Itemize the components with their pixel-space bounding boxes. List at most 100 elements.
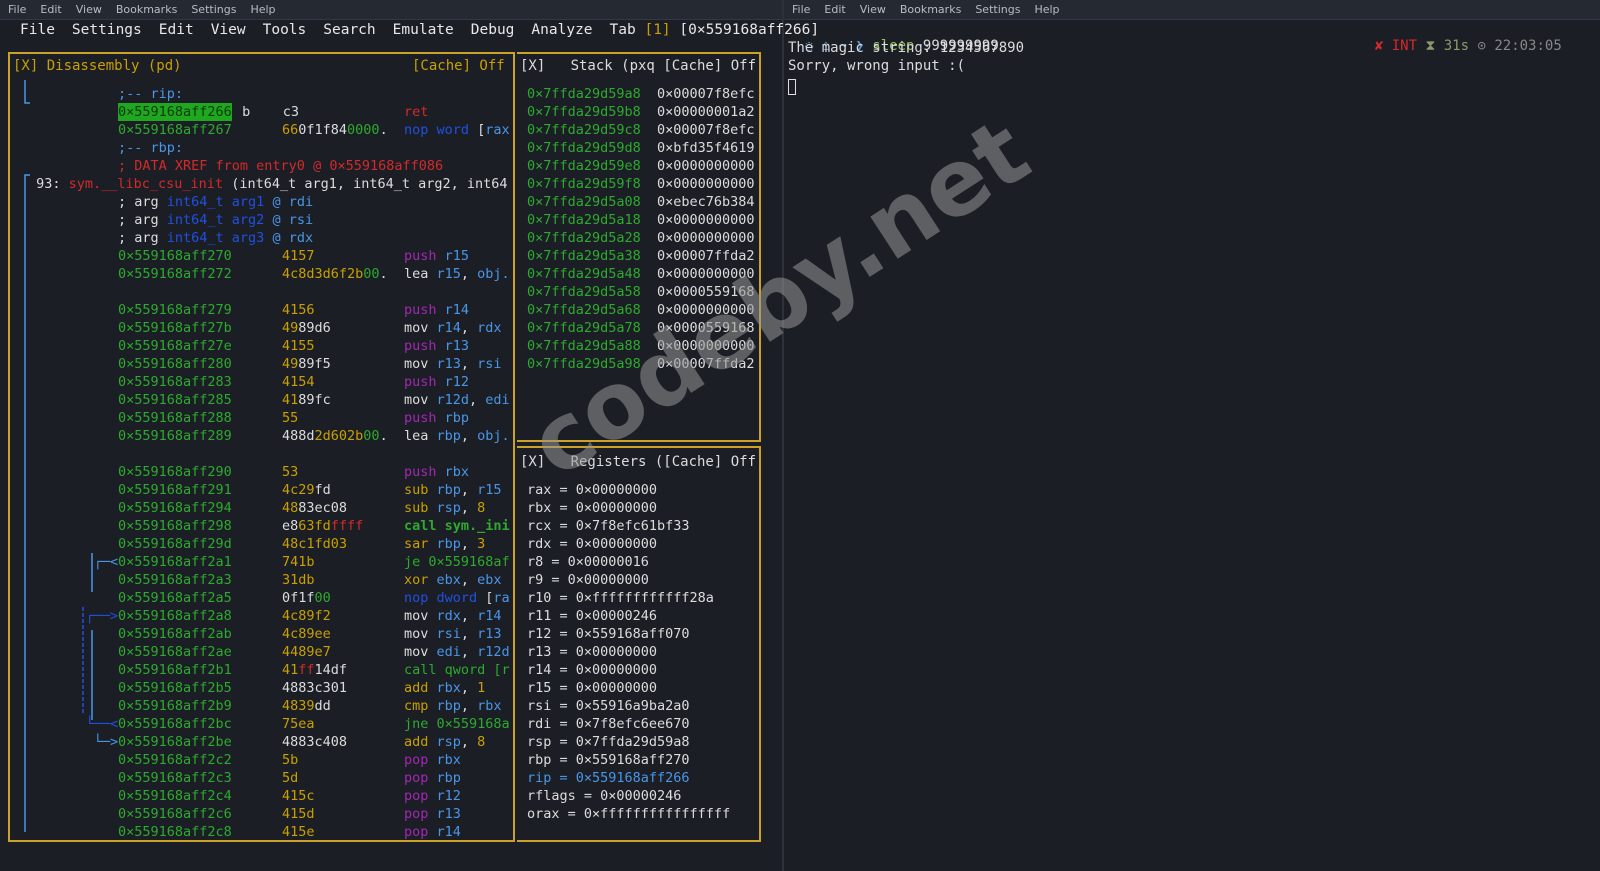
r2-menu-edit[interactable]: Edit (159, 22, 194, 38)
instruction-address[interactable]: 0×559168aff27e (118, 337, 232, 355)
opcode-segment: , (460, 320, 478, 336)
stack-address[interactable]: 0×7ffda29d5a58 (527, 283, 641, 301)
instruction-address[interactable]: 0×559168aff267 (118, 121, 232, 139)
instruction-address[interactable]: 0×559168aff2a8 (118, 607, 232, 625)
instruction-address[interactable]: 0×559168aff279 (118, 301, 232, 319)
stack-address[interactable]: 0×7ffda29d59d8 (527, 139, 641, 157)
instruction-address[interactable]: 0×559168aff285 (118, 391, 232, 409)
stack-address[interactable]: 0×7ffda29d5a68 (527, 301, 641, 319)
stack-address[interactable]: 0×7ffda29d59e8 (527, 157, 641, 175)
stack-address[interactable]: 0×7ffda29d59b8 (527, 103, 641, 121)
function-header[interactable]: 93: sym.__libc_csu_init (int64_t arg1, i… (28, 175, 507, 193)
menu-settings[interactable]: Settings (975, 3, 1020, 16)
stack-address[interactable]: 0×7ffda29d5a88 (527, 337, 641, 355)
register-row: rax = 0×00000000 (527, 482, 658, 498)
instruction-address[interactable]: 0×559168aff27b (118, 319, 232, 337)
stack-address[interactable]: 0×7ffda29d59a8 (527, 85, 641, 103)
instruction-address[interactable]: 0×559168aff290 (118, 463, 232, 481)
instruction-address[interactable]: 0×559168aff2a1 (118, 553, 232, 571)
split-divider[interactable] (782, 0, 784, 871)
stack-address[interactable]: 0×7ffda29d5a28 (527, 229, 641, 247)
menu-view[interactable]: View (860, 3, 886, 16)
instruction-address[interactable]: 0×559168aff272 (118, 265, 232, 283)
byte-segment: 00 (363, 428, 380, 444)
stack-address[interactable]: 0×7ffda29d5a48 (527, 265, 641, 283)
stack-address[interactable]: 0×7ffda29d5a78 (527, 319, 641, 337)
instruction-address[interactable]: 0×559168aff298 (118, 517, 232, 535)
instruction-bytes: 741b (282, 553, 315, 571)
r2-menu-view[interactable]: View (211, 22, 246, 38)
instruction-bytes: e863fdffff (282, 517, 363, 535)
instruction-address[interactable]: 0×559168aff2c4 (118, 787, 232, 805)
opcode-segment: call qword [r (404, 662, 510, 678)
instruction-address[interactable]: 0×559168aff2ab (118, 625, 232, 643)
instruction-address[interactable]: 0×559168aff280 (118, 355, 232, 373)
instruction-address[interactable]: 0×559168aff2b5 (118, 679, 232, 697)
byte-segment: 741b (282, 554, 315, 570)
disassembly-cache-toggle[interactable]: [Cache] Off (412, 58, 505, 74)
byte-segment: ff (298, 662, 315, 678)
byte-segment: 4839 (282, 698, 315, 714)
r2-menu-tools[interactable]: Tools (263, 22, 307, 38)
terminal-cursor[interactable] (788, 79, 796, 95)
menu-edit[interactable]: Edit (824, 3, 845, 16)
menu-help[interactable]: Help (250, 3, 275, 16)
instruction-address[interactable]: 0×559168aff2c8 (118, 823, 232, 841)
stack-address[interactable]: 0×7ffda29d5a98 (527, 355, 641, 373)
opcode-segment: mov (404, 320, 437, 336)
instruction-address[interactable]: 0×559168aff294 (118, 499, 232, 517)
stack-address[interactable]: 0×7ffda29d5a38 (527, 247, 641, 265)
instruction-bytes: 4c8d3d6f2b00. (282, 265, 388, 283)
stack-value: 0×00007ffda2 (657, 356, 755, 372)
instruction-address[interactable]: 0×559168aff2b1 (118, 661, 232, 679)
instruction-address[interactable]: 0×559168aff2be (118, 733, 232, 751)
instruction-address[interactable]: 0×559168aff29d (118, 535, 232, 553)
instruction-address[interactable]: 0×559168aff2a3 (118, 571, 232, 589)
stack-value: 0×ebec76b384 (657, 194, 755, 210)
stack-address[interactable]: 0×7ffda29d5a18 (527, 211, 641, 229)
menu-bookmarks[interactable]: Bookmarks (900, 3, 961, 16)
instruction-address[interactable]: 0×559168aff2c3 (118, 769, 232, 787)
opcode-segment: r15 (436, 248, 470, 264)
opcode-segment: r14 (436, 320, 461, 336)
instruction-address[interactable]: 0×559168aff288 (118, 409, 232, 427)
byte-segment: 0f1f84 (298, 122, 348, 138)
instruction-bytes: 4156 (282, 301, 315, 319)
byte-segment: 89fc (298, 392, 331, 408)
instruction-address[interactable]: 0×559168aff2bc (118, 715, 232, 733)
instruction-address[interactable]: 0×559168aff266 (118, 103, 232, 121)
instruction-address[interactable]: 0×559168aff291 (118, 481, 232, 499)
menu-bookmarks[interactable]: Bookmarks (116, 3, 177, 16)
opcode-segment: jne 0×559168a (404, 716, 510, 732)
r2-menu-analyze[interactable]: Analyze (531, 22, 592, 38)
stack-value: 0×0000559168 (657, 320, 755, 336)
opcode-segment: r15 (477, 482, 502, 498)
instruction-address[interactable]: 0×559168aff2a5 (118, 589, 232, 607)
instruction-address[interactable]: 0×559168aff2c6 (118, 805, 232, 823)
stack-value: 0×0000000000 (657, 338, 755, 354)
instruction-address[interactable]: 0×559168aff2ae (118, 643, 232, 661)
r2-menu-debug[interactable]: Debug (471, 22, 515, 38)
instruction-address[interactable]: 0×559168aff270 (118, 247, 232, 265)
byte-segment: 4c29 (282, 482, 315, 498)
menu-file[interactable]: File (792, 3, 810, 16)
stack-address[interactable]: 0×7ffda29d5a08 (527, 193, 641, 211)
stack-address[interactable]: 0×7ffda29d59c8 (527, 121, 641, 139)
instruction-address[interactable]: 0×559168aff2c2 (118, 751, 232, 769)
stack-title[interactable]: [X] Stack (pxq [Cache] Off (520, 58, 756, 74)
r2-menu-search[interactable]: Search (323, 22, 375, 38)
byte-segment: 415d (282, 806, 315, 822)
opcode-segment: xor (404, 572, 429, 588)
instruction-address[interactable]: 0×559168aff283 (118, 373, 232, 391)
function-segment: sym.__libc_csu_init (68, 176, 224, 192)
instruction-address[interactable]: 0×559168aff289 (118, 427, 232, 445)
right-window-menubar: File Edit View Bookmarks Settings Help (784, 0, 1600, 20)
instruction-opcode: pop rbx (404, 751, 512, 769)
r2-menu-emulate[interactable]: Emulate (393, 22, 454, 38)
instruction-opcode: push r13 (404, 337, 512, 355)
menu-help[interactable]: Help (1034, 3, 1059, 16)
stack-address[interactable]: 0×7ffda29d59f8 (527, 175, 641, 193)
instruction-address[interactable]: 0×559168aff2b9 (118, 697, 232, 715)
menu-settings[interactable]: Settings (191, 3, 236, 16)
registers-title[interactable]: [X] Registers ([Cache] Off (520, 454, 756, 470)
